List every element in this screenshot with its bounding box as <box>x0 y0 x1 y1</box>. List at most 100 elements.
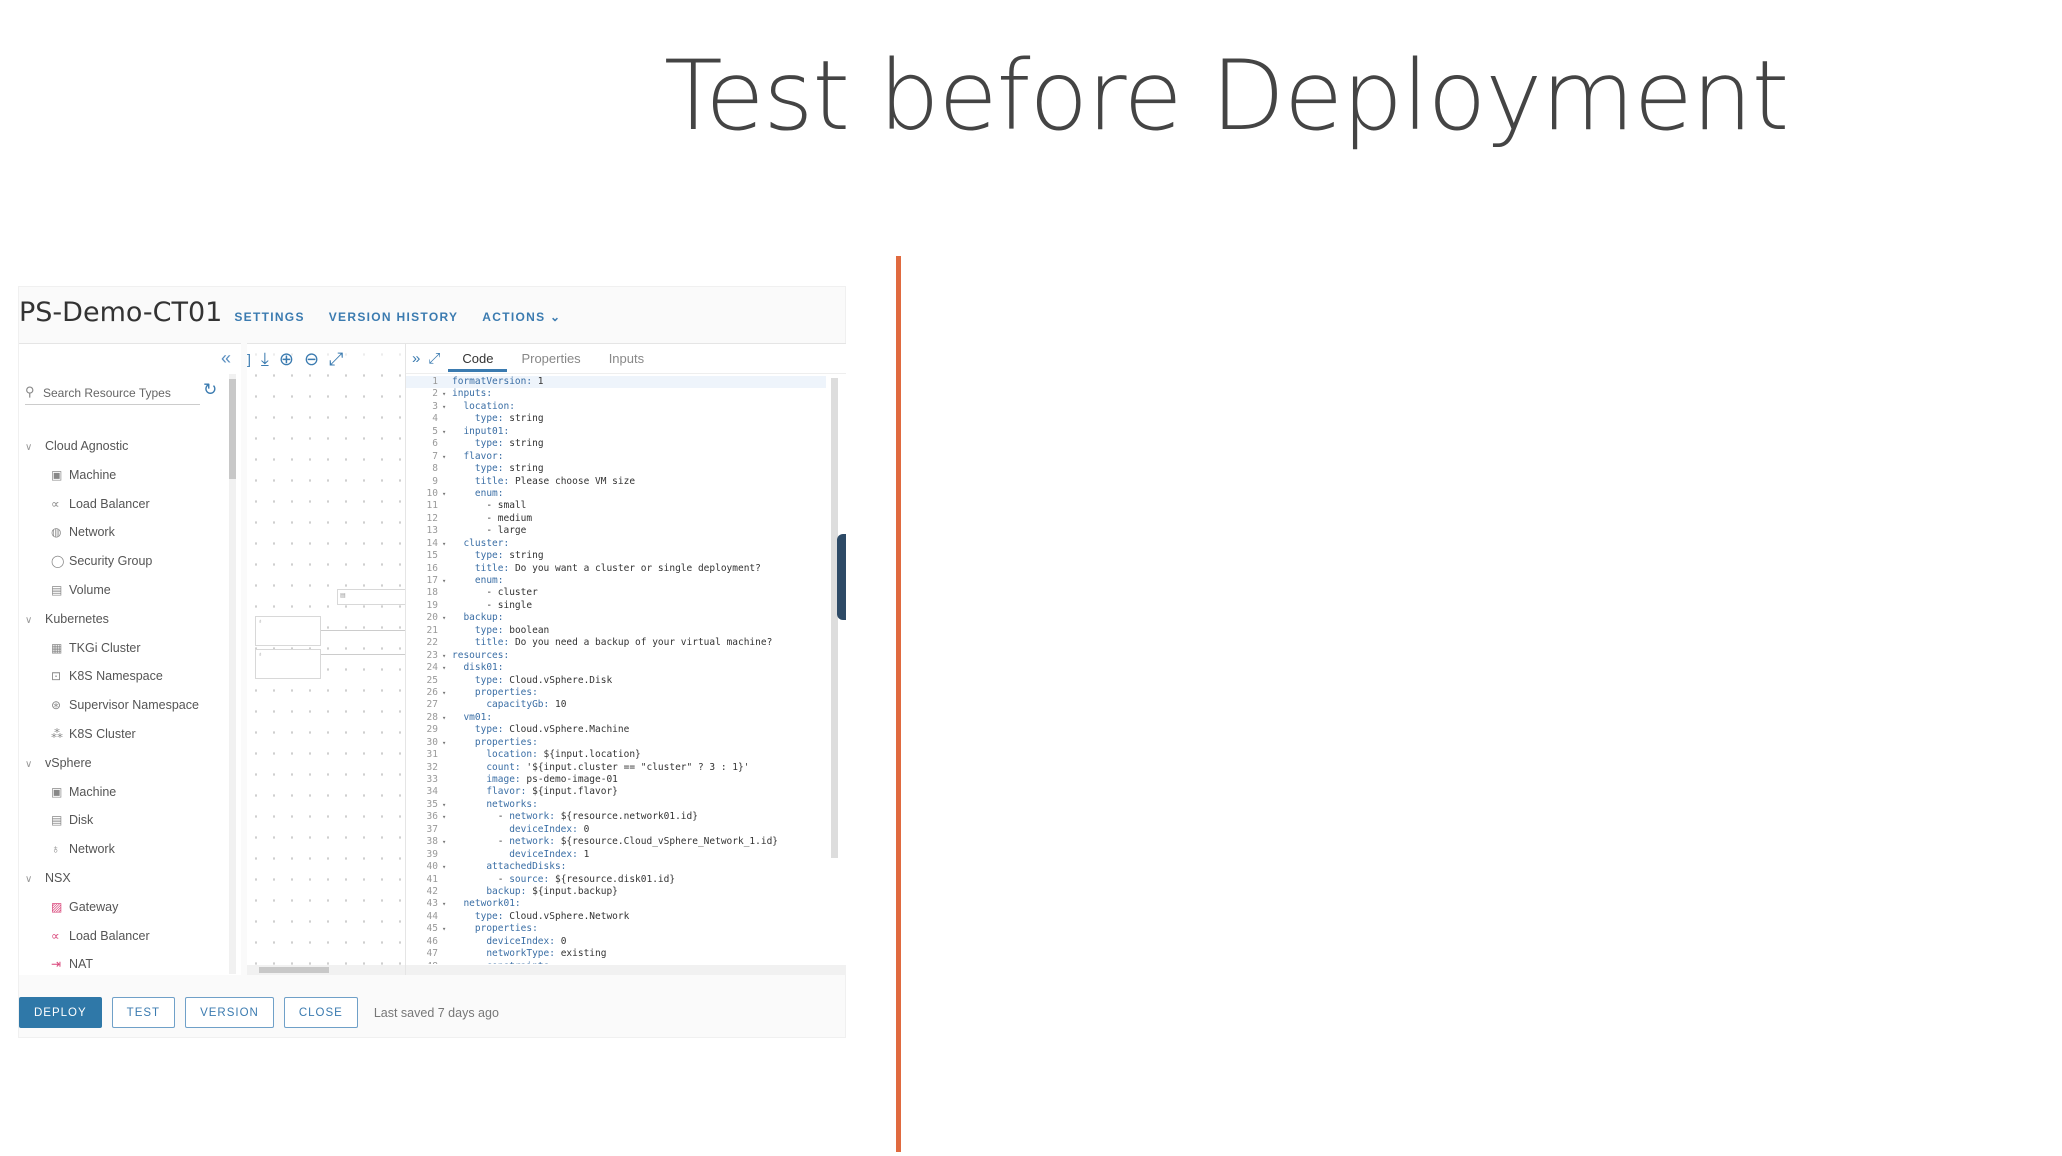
fold-toggle-icon[interactable] <box>442 525 452 537</box>
resource-item[interactable]: ◍ Network <box>25 518 225 547</box>
fold-toggle-icon[interactable]: ▾ <box>442 488 452 500</box>
fold-toggle-icon[interactable]: ▾ <box>442 612 452 624</box>
resource-label: Gateway <box>69 899 119 914</box>
fold-toggle-icon[interactable]: ▾ <box>442 898 452 910</box>
resource-item[interactable]: ▣ Machine <box>25 461 225 490</box>
fold-toggle-icon[interactable] <box>442 936 452 948</box>
fold-toggle-icon[interactable]: ▾ <box>442 451 452 463</box>
expand-panel-icon[interactable]: » <box>412 350 420 367</box>
code-text: - medium <box>452 512 533 524</box>
fold-toggle-icon[interactable] <box>442 911 452 923</box>
fold-toggle-icon[interactable] <box>442 948 452 960</box>
category-vsphere[interactable]: ∨ vSphere <box>25 749 225 778</box>
maximize-icon[interactable]: ⤢ <box>428 350 440 367</box>
fold-toggle-icon[interactable] <box>442 600 452 612</box>
fold-toggle-icon[interactable]: ▾ <box>442 650 452 662</box>
fold-toggle-icon[interactable] <box>442 886 452 898</box>
fold-toggle-icon[interactable]: ▾ <box>442 799 452 811</box>
fold-toggle-icon[interactable]: ▾ <box>442 401 452 413</box>
deploy-button[interactable]: DEPLOY <box>19 997 102 1028</box>
fold-toggle-icon[interactable] <box>442 675 452 687</box>
code-scrollbar[interactable] <box>831 378 838 858</box>
fold-toggle-icon[interactable]: ▾ <box>442 687 452 699</box>
network01-node[interactable]: ♁ <box>255 616 321 646</box>
fold-toggle-icon[interactable]: ▾ <box>442 388 452 400</box>
fold-toggle-icon[interactable] <box>442 762 452 774</box>
fold-toggle-icon[interactable] <box>442 849 452 861</box>
fold-toggle-icon[interactable] <box>442 376 452 388</box>
fold-toggle-icon[interactable] <box>442 413 452 425</box>
resource-item[interactable]: ▨ Gateway <box>25 893 225 922</box>
download-icon[interactable]: ⤓ <box>261 349 269 370</box>
fold-toggle-icon[interactable] <box>442 587 452 599</box>
resource-item[interactable]: ♁ Network <box>25 835 225 864</box>
fold-toggle-icon[interactable]: ▾ <box>442 712 452 724</box>
category-kubernetes[interactable]: ∨ Kubernetes <box>25 605 225 634</box>
fold-toggle-icon[interactable] <box>442 438 452 450</box>
version-button[interactable]: VERSION <box>185 997 274 1028</box>
test-button[interactable]: TEST <box>111 997 176 1028</box>
sidebar-scrollbar[interactable] <box>229 374 236 974</box>
tab-code[interactable]: Code <box>448 345 508 372</box>
refresh-icon[interactable]: ↻ <box>203 380 217 400</box>
zoom-in-icon[interactable]: ⊕ <box>279 349 294 370</box>
fold-toggle-icon[interactable] <box>442 476 452 488</box>
code-horizontal-scrollbar[interactable] <box>406 965 846 975</box>
cloud-vsphere-network-node[interactable]: ♁ <box>255 649 321 679</box>
settings-link[interactable]: SETTINGS <box>234 310 304 324</box>
tab-properties[interactable]: Properties <box>507 345 594 372</box>
resource-item[interactable]: ◯ Security Group <box>25 547 225 576</box>
fold-toggle-icon[interactable] <box>442 724 452 736</box>
yaml-code-editor[interactable]: 1 formatVersion: 1 2 ▾ inputs: 3 ▾ location: 4 … <box>406 376 826 964</box>
fold-toggle-icon[interactable] <box>442 874 452 886</box>
resource-item[interactable]: ∝ Load Balancer <box>25 922 225 951</box>
resource-item[interactable]: ▤ Disk <box>25 806 225 835</box>
fold-toggle-icon[interactable] <box>442 463 452 475</box>
fold-toggle-icon[interactable] <box>442 774 452 786</box>
blueprint-editor-window: PS-Demo-CT01 SETTINGS VERSION HISTORY AC… <box>18 286 846 1038</box>
fold-toggle-icon[interactable]: ▾ <box>442 861 452 873</box>
fold-toggle-icon[interactable] <box>442 550 452 562</box>
fold-toggle-icon[interactable] <box>442 749 452 761</box>
fold-toggle-icon[interactable]: ▾ <box>442 575 452 587</box>
fold-toggle-icon[interactable] <box>442 699 452 711</box>
resource-item[interactable]: ⁂ K8S Cluster <box>25 720 225 749</box>
code-text: networkType: existing <box>486 948 607 960</box>
actions-menu[interactable]: ACTIONS ⌄ <box>482 310 561 324</box>
fold-toggle-icon[interactable] <box>442 625 452 637</box>
code-line: 25 type: Cloud.vSphere.Disk <box>406 675 826 687</box>
support-tab[interactable] <box>837 534 846 620</box>
fold-toggle-icon[interactable]: ▾ <box>442 961 452 964</box>
tab-inputs[interactable]: Inputs <box>595 345 658 372</box>
resource-item[interactable]: ▦ TKGi Cluster <box>25 634 225 663</box>
fold-toggle-icon[interactable]: ▾ <box>442 662 452 674</box>
fold-toggle-icon[interactable]: ▾ <box>442 923 452 935</box>
fold-toggle-icon[interactable] <box>442 824 452 836</box>
close-button[interactable]: CLOSE <box>283 997 358 1028</box>
search-resource-types-input[interactable]: ⚲ Search Resource Types <box>25 384 200 405</box>
fold-toggle-icon[interactable] <box>442 563 452 575</box>
fold-toggle-icon[interactable]: ▾ <box>442 426 452 438</box>
collapse-sidebar-icon[interactable]: « <box>221 348 231 369</box>
resource-item[interactable]: ▤ Volume <box>25 576 225 605</box>
resource-item[interactable]: ⊛ Supervisor Namespace <box>25 691 225 720</box>
zoom-out-icon[interactable]: ⊖ <box>304 349 319 370</box>
fold-toggle-icon[interactable]: ▾ <box>442 737 452 749</box>
fold-toggle-icon[interactable] <box>442 513 452 525</box>
fold-toggle-icon[interactable]: ▾ <box>442 538 452 550</box>
version-history-link[interactable]: VERSION HISTORY <box>329 310 459 324</box>
resource-item[interactable]: ▣ Machine <box>25 778 225 807</box>
design-canvas[interactable]: ] ⤓ ⊕ ⊖ ⤢ ▤ ♁ ♁ <box>247 343 419 975</box>
fold-toggle-icon[interactable] <box>442 637 452 649</box>
resource-item[interactable]: ∝ Load Balancer <box>25 490 225 519</box>
fold-toggle-icon[interactable]: ▾ <box>442 836 452 848</box>
resource-item[interactable]: ⊡ K8S Namespace <box>25 662 225 691</box>
fold-toggle-icon[interactable]: ▾ <box>442 811 452 823</box>
fold-toggle-icon[interactable] <box>442 500 452 512</box>
resource-item[interactable]: ⇥ NAT <box>25 950 225 979</box>
canvas-scrollbar[interactable] <box>247 965 419 975</box>
category-nsx[interactable]: ∨ NSX <box>25 864 225 893</box>
fit-to-screen-icon[interactable]: ⤢ <box>329 349 343 370</box>
fold-toggle-icon[interactable] <box>442 786 452 798</box>
category-cloud-agnostic[interactable]: ∨ Cloud Agnostic <box>25 432 225 461</box>
